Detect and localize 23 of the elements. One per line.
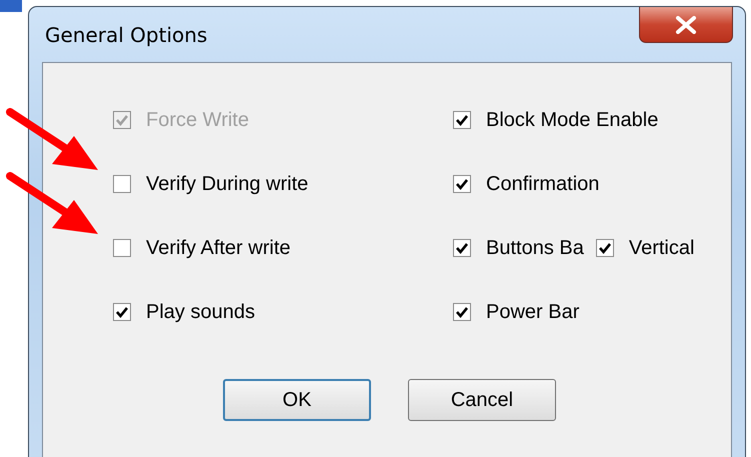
checkbox-label: Power Bar bbox=[486, 300, 580, 324]
checkbox-label: Buttons Ba bbox=[486, 236, 584, 260]
close-button[interactable] bbox=[639, 7, 733, 43]
checkbox[interactable] bbox=[596, 239, 614, 257]
checkbox-label: Confirmation bbox=[486, 172, 600, 196]
checkbox[interactable] bbox=[453, 111, 471, 129]
close-icon bbox=[675, 16, 697, 34]
ok-button[interactable]: OK bbox=[223, 379, 371, 421]
cancel-button[interactable]: Cancel bbox=[408, 379, 556, 421]
checkbox-label: Verify After write bbox=[146, 236, 290, 260]
checkbox-label: Play sounds bbox=[146, 300, 255, 324]
checkbox[interactable] bbox=[453, 175, 471, 193]
checkbox-label: Vertical bbox=[628, 236, 694, 260]
checkbox[interactable] bbox=[113, 239, 131, 257]
checkbox-label: Block Mode Enable bbox=[486, 108, 658, 132]
window-title: General Options bbox=[45, 23, 208, 47]
checkbox[interactable] bbox=[453, 303, 471, 321]
window-corner bbox=[0, 0, 22, 12]
checkbox[interactable] bbox=[113, 175, 131, 193]
checkbox-label: Force Write bbox=[146, 108, 249, 132]
checkbox[interactable] bbox=[453, 239, 471, 257]
checkbox[interactable] bbox=[113, 303, 131, 321]
checkbox-label: Verify During write bbox=[146, 172, 308, 196]
